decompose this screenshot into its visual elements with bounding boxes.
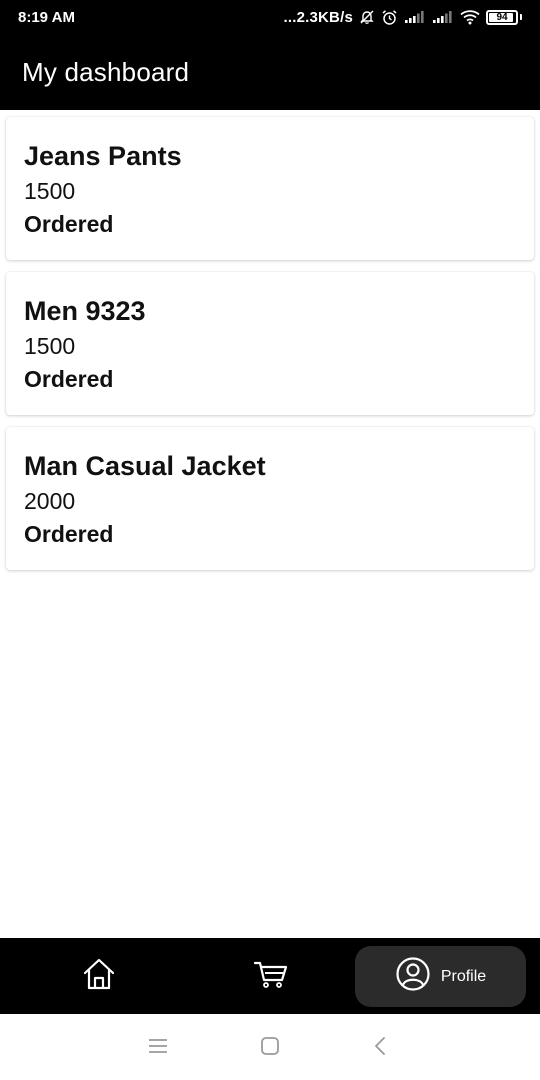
system-back-button[interactable] <box>366 1034 394 1062</box>
order-name: Man Casual Jacket <box>24 451 266 481</box>
signal-icon <box>432 10 454 24</box>
signal-icon <box>404 10 426 24</box>
battery-icon: 94 <box>486 9 518 25</box>
order-card[interactable]: Men 9323 1500 Ordered <box>6 272 534 415</box>
status-time: 8:19 AM <box>18 8 75 26</box>
order-status: Ordered <box>24 211 114 237</box>
menu-button[interactable] <box>144 1034 172 1062</box>
app-bar: My dashboard <box>0 34 540 110</box>
nav-profile-label: Profile <box>440 967 487 985</box>
order-price: 1500 <box>24 178 76 204</box>
battery-level: 94 <box>496 11 508 23</box>
alarm-icon <box>381 9 398 26</box>
menu-icon <box>147 1037 169 1060</box>
order-status: Ordered <box>24 521 114 547</box>
order-status: Ordered <box>24 366 114 392</box>
nav-home-button[interactable] <box>70 952 128 1000</box>
nav-cart-button[interactable] <box>242 952 300 1000</box>
order-price: 2000 <box>24 488 76 514</box>
order-card[interactable]: Jeans Pants 1500 Ordered <box>6 117 534 260</box>
cart-icon <box>253 956 289 997</box>
notifications-off-icon <box>359 9 375 25</box>
nav-profile-button[interactable]: Profile <box>355 946 526 1007</box>
order-name: Jeans Pants <box>24 141 182 171</box>
screen: 8:19 AM ...2.3KB/s 94 My dashboard Jeans… <box>0 0 540 1080</box>
network-speed: ...2.3KB/s <box>283 8 353 26</box>
home-square-icon <box>259 1035 281 1062</box>
order-name: Men 9323 <box>24 296 146 326</box>
system-nav-bar <box>0 1014 540 1080</box>
system-home-button[interactable] <box>256 1034 284 1062</box>
order-price: 1500 <box>24 333 76 359</box>
wifi-icon <box>460 9 480 25</box>
bottom-nav: Profile <box>0 938 540 1014</box>
back-icon <box>371 1035 389 1062</box>
order-card[interactable]: Man Casual Jacket 2000 Ordered <box>6 427 534 570</box>
status-icons: ...2.3KB/s 94 <box>283 9 522 26</box>
battery-tip <box>520 14 522 20</box>
profile-icon <box>395 956 431 997</box>
page-title: My dashboard <box>22 56 190 87</box>
status-bar: 8:19 AM ...2.3KB/s 94 <box>0 0 540 34</box>
home-icon <box>81 956 117 997</box>
